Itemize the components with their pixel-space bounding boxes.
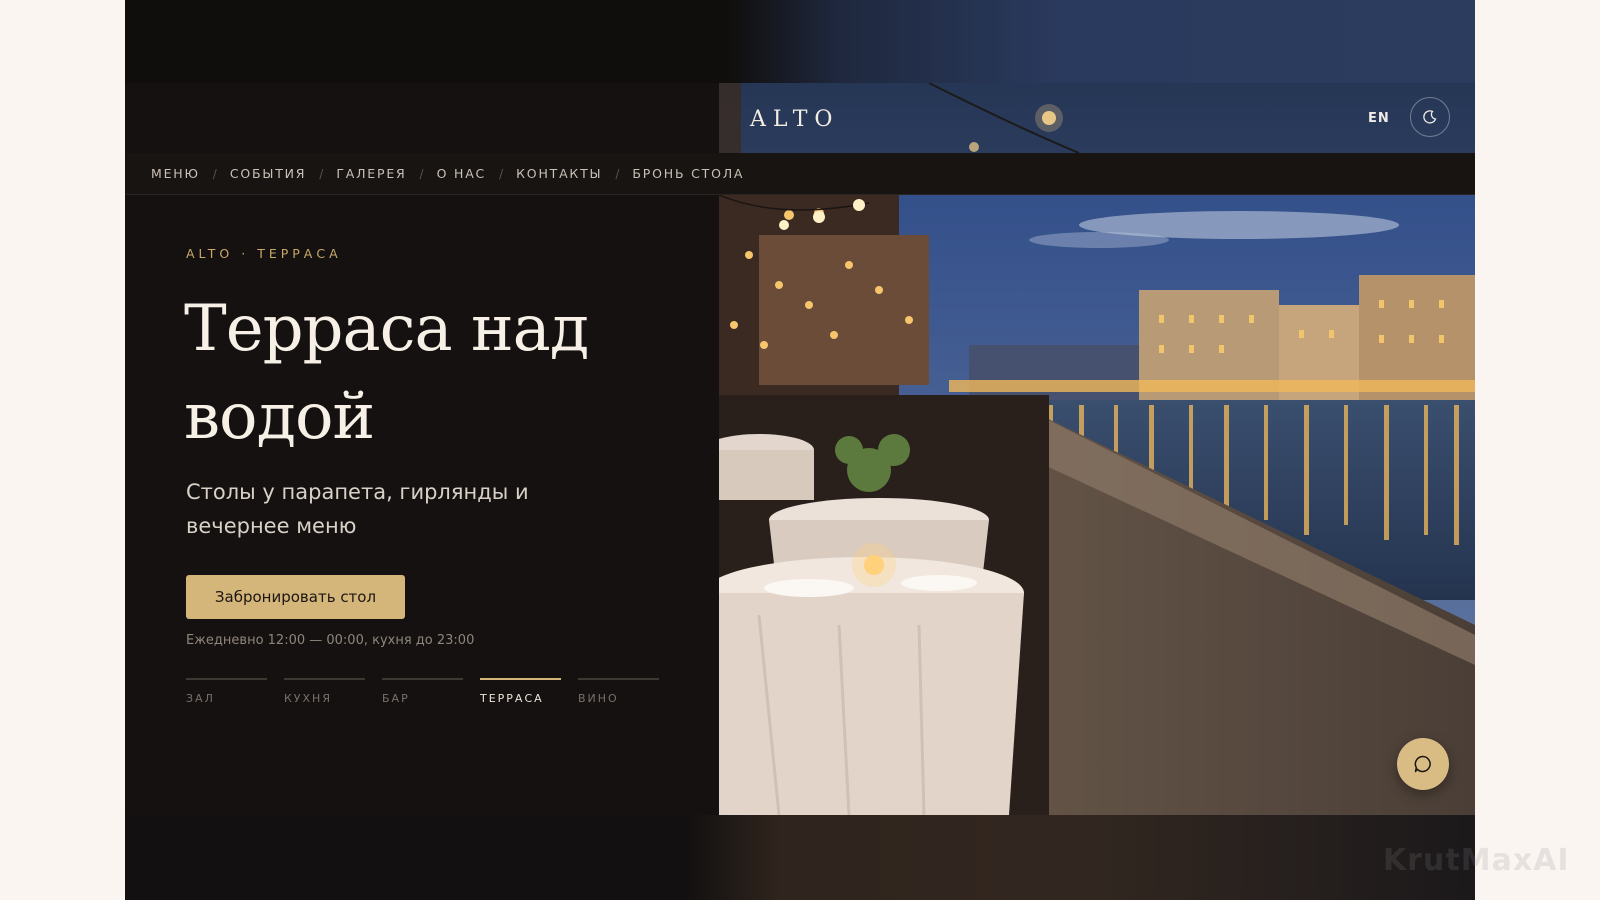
tab-label: БАР xyxy=(382,692,410,705)
terrace-river-illustration xyxy=(719,195,1475,815)
opening-hours: Ежедневно 12:00 — 00:00, кухня до 23:00 xyxy=(186,633,475,648)
watermark: KrutMaxAI xyxy=(1383,843,1570,878)
tab-label: КУХНЯ xyxy=(284,692,332,705)
chat-button[interactable] xyxy=(1397,738,1449,790)
tab-label: ВИНО xyxy=(578,692,619,705)
tab-indicator xyxy=(186,678,267,680)
nav-item-booking[interactable]: БРОНЬ СТОЛА xyxy=(632,166,744,181)
bottom-backdrop xyxy=(125,815,1475,900)
nav-item-events[interactable]: СОБЫТИЯ xyxy=(230,166,306,181)
nav-separator: / xyxy=(319,166,324,181)
hero-title-line-2: водой xyxy=(184,380,375,454)
brand-logo[interactable]: ALTO xyxy=(750,107,839,132)
nav-item-contacts[interactable]: КОНТАКТЫ xyxy=(516,166,602,181)
tab-kitchen[interactable]: КУХНЯ xyxy=(284,678,365,705)
nav-separator: / xyxy=(212,166,217,181)
nav-separator: / xyxy=(499,166,504,181)
tab-bar[interactable]: БАР xyxy=(382,678,463,705)
hero-photo-terrace xyxy=(719,195,1475,815)
top-backdrop xyxy=(125,0,1475,83)
tab-label: ТЕРРАСА xyxy=(480,692,544,705)
tab-hall[interactable]: ЗАЛ xyxy=(186,678,267,705)
moon-icon xyxy=(1423,110,1437,124)
hero-title-line-1: Терраса над xyxy=(184,292,589,366)
tab-indicator xyxy=(382,678,463,680)
tab-terrace[interactable]: ТЕРРАСА xyxy=(480,678,561,705)
nav-item-about[interactable]: О НАС xyxy=(437,166,487,181)
tab-indicator xyxy=(284,678,365,680)
tab-indicator xyxy=(480,678,561,680)
book-table-button[interactable]: Забронировать стол xyxy=(186,575,405,619)
main-nav: МЕНЮ / СОБЫТИЯ / ГАЛЕРЕЯ / О НАС / КОНТА… xyxy=(125,153,1475,195)
nav-item-menu[interactable]: МЕНЮ xyxy=(151,166,200,181)
chat-bubble-icon xyxy=(1414,755,1431,773)
hero-subtitle: Столы у парапета, гирлянды и вечернее ме… xyxy=(186,480,529,538)
tab-indicator xyxy=(578,678,659,680)
tab-label: ЗАЛ xyxy=(186,692,215,705)
tab-wine[interactable]: ВИНО xyxy=(578,678,659,705)
language-switch[interactable]: EN xyxy=(1368,111,1390,126)
theme-toggle-button[interactable] xyxy=(1410,97,1450,137)
section-eyebrow: ALTO · ТЕРРАСА xyxy=(186,246,342,261)
nav-separator: / xyxy=(419,166,424,181)
site-header: ALTO EN xyxy=(125,82,1475,154)
nav-item-gallery[interactable]: ГАЛЕРЕЯ xyxy=(336,166,406,181)
page-frame: ALTO EN МЕНЮ / СОБЫТИЯ / ГАЛЕРЕЯ / О НАС… xyxy=(125,0,1475,900)
hero-title: Терраса над водой xyxy=(184,285,654,461)
section-tabs: ЗАЛ КУХНЯ БАР ТЕРРАСА ВИНО xyxy=(186,678,676,705)
nav-separator: / xyxy=(615,166,620,181)
